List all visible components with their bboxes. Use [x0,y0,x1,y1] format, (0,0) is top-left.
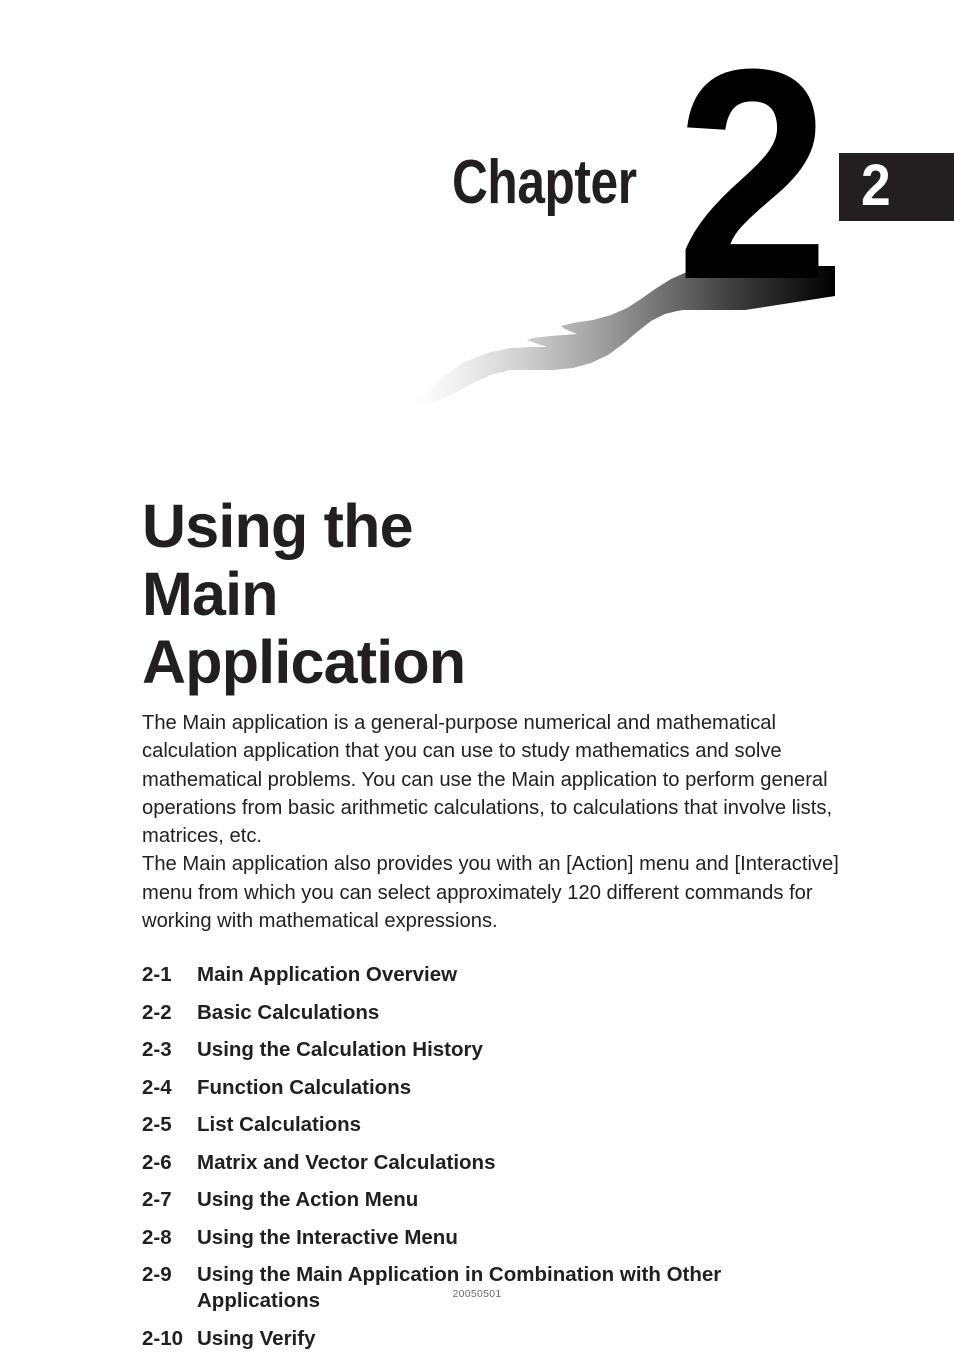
toc-entry-label: Main Application Overview [197,963,458,987]
toc-entry-number: 2-8 [142,1225,172,1249]
toc-entry[interactable]: 2-6 Matrix and Vector Calculations [142,1150,854,1176]
toc-entry[interactable]: 2-5 List Calculations [142,1112,854,1138]
toc-entry-number: 2-10 [142,1326,184,1350]
toc-entry-label: Function Calculations [197,1075,412,1099]
toc-entry-number: 2-7 [142,1188,172,1212]
intro-paragraph: The Main application is a general-purpos… [142,712,833,848]
toc-entry-label: Using the Calculation History [197,1038,483,1062]
toc-entry-label: Using Verify [197,1326,316,1350]
toc-entry[interactable]: 2-2 Basic Calculations [142,1000,854,1026]
chapter-big-numeral: 2 [676,6,830,342]
toc-entry-label: Matrix and Vector Calculations [197,1150,496,1174]
toc-entry-number: 2-5 [142,1113,172,1137]
toc-entry-number: 2-3 [142,1038,172,1062]
chapter-masthead: Chapter 2 2 [0,0,954,430]
toc-entry[interactable]: 2-1 Main Application Overview [142,962,854,988]
manual-page: Chapter 2 2 Using the Main Application T… [0,0,954,1352]
toc-entry-label: Using the Action Menu [197,1188,419,1212]
toc-entry-number: 2-4 [142,1075,172,1099]
chapter-tab-number: 2 [861,152,891,218]
intro-paragraph: The Main application also provides you w… [142,853,839,933]
page-title: Using the Main Application [142,492,466,696]
toc-entry-number: 2-9 [142,1263,172,1287]
chapter-word-label: Chapter [452,148,637,217]
toc-entry[interactable]: 2-8 Using the Interactive Menu [142,1225,854,1251]
toc-entry-number: 2-2 [142,1000,172,1024]
toc-entry[interactable]: 2-10 Using Verify [142,1326,854,1352]
toc-entry-label: List Calculations [197,1113,362,1137]
toc-entry[interactable]: 2-7 Using the Action Menu [142,1187,854,1213]
chapter-tab-badge: 2 [839,153,954,221]
toc-entry-number: 2-6 [142,1150,172,1174]
toc-entry-label: Using the Interactive Menu [197,1225,458,1249]
toc-entry-label: Basic Calculations [197,1000,380,1024]
page-footer-code: 20050501 [452,1288,502,1300]
toc-entry[interactable]: 2-3 Using the Calculation History [142,1037,854,1063]
toc-entry-number: 2-1 [142,963,172,987]
toc-entry[interactable]: 2-4 Function Calculations [142,1075,854,1101]
content-column: Using the Main Application The Main appl… [142,492,854,1352]
